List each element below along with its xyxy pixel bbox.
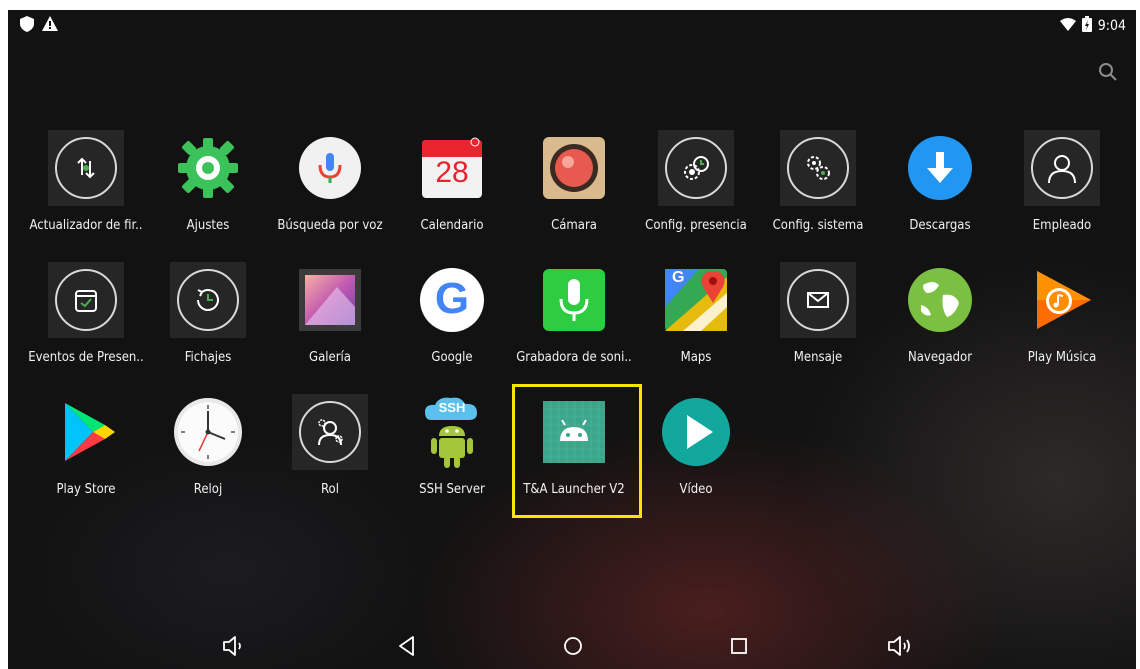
app-config-sistema[interactable]: Config. sistema bbox=[758, 130, 878, 250]
app-config-presencia[interactable]: Config. presencia bbox=[636, 130, 756, 250]
play-store-icon bbox=[48, 394, 124, 470]
app-video[interactable]: Vídeo bbox=[636, 394, 756, 514]
app-label: Navegador bbox=[907, 350, 972, 365]
app-label: Eventos de Presen.. bbox=[28, 350, 144, 365]
search-icon[interactable] bbox=[1098, 62, 1118, 86]
calendar-icon: 28 bbox=[414, 130, 490, 206]
maps-icon: G bbox=[658, 262, 734, 338]
home-screen: 9:04 Actualizador de fir.. Ajustes Búsqu… bbox=[8, 10, 1136, 669]
app-galeria[interactable]: Galería bbox=[270, 262, 390, 382]
settings-gear-icon bbox=[170, 130, 246, 206]
app-label: Play Store bbox=[56, 482, 116, 497]
app-rol[interactable]: Rol bbox=[270, 394, 390, 514]
mic-icon bbox=[292, 130, 368, 206]
browser-globe-icon bbox=[902, 262, 978, 338]
app-ajustes[interactable]: Ajustes bbox=[148, 130, 268, 250]
app-empleado[interactable]: Empleado bbox=[1002, 130, 1122, 250]
play-music-icon bbox=[1024, 262, 1100, 338]
app-descargas[interactable]: Descargas bbox=[880, 130, 1000, 250]
app-label: Calendario bbox=[420, 218, 484, 233]
clock-history-icon bbox=[170, 262, 246, 338]
app-label: Reloj bbox=[193, 482, 223, 497]
camera-icon bbox=[536, 130, 612, 206]
sound-recorder-icon bbox=[536, 262, 612, 338]
volume-down-icon[interactable] bbox=[220, 631, 250, 661]
ssh-cloud-text: SSH bbox=[438, 400, 466, 415]
app-navegador[interactable]: Navegador bbox=[880, 262, 1000, 382]
volume-up-icon[interactable] bbox=[886, 631, 916, 661]
app-label: Galería bbox=[309, 350, 351, 365]
app-grabadora[interactable]: Grabadora de soni.. bbox=[514, 262, 634, 382]
ssh-server-icon: SSH bbox=[414, 394, 490, 470]
app-mensaje[interactable]: Mensaje bbox=[758, 262, 878, 382]
employee-icon bbox=[1024, 130, 1100, 206]
clock-icon bbox=[170, 394, 246, 470]
app-label: Config. sistema bbox=[772, 218, 864, 233]
shield-icon bbox=[20, 16, 34, 36]
app-label: Vídeo bbox=[679, 482, 713, 497]
app-label: Empleado bbox=[1032, 218, 1092, 233]
app-label: Config. presencia bbox=[645, 218, 747, 233]
app-label: Grabadora de soni.. bbox=[516, 350, 632, 365]
app-label: Maps bbox=[680, 350, 712, 365]
app-label: SSH Server bbox=[419, 482, 485, 497]
battery-charging-icon bbox=[1081, 16, 1092, 36]
app-maps[interactable]: G Maps bbox=[636, 262, 756, 382]
message-icon bbox=[780, 262, 856, 338]
app-label: Play Música bbox=[1027, 350, 1097, 365]
app-label: Descargas bbox=[909, 218, 971, 233]
app-label: Actualizador de fir.. bbox=[29, 218, 143, 233]
app-label: Rol bbox=[321, 482, 339, 497]
app-play-musica[interactable]: Play Música bbox=[1002, 262, 1122, 382]
app-label: Búsqueda por voz bbox=[277, 218, 383, 233]
events-icon bbox=[48, 262, 124, 338]
app-label: Cámara bbox=[551, 218, 597, 233]
app-label: Ajustes bbox=[186, 218, 230, 233]
app-label: Google bbox=[431, 350, 473, 365]
app-label: Mensaje bbox=[793, 350, 843, 365]
app-camara[interactable]: Cámara bbox=[514, 130, 634, 250]
google-glyph: G bbox=[434, 274, 470, 323]
video-play-icon bbox=[658, 394, 734, 470]
back-icon[interactable] bbox=[392, 631, 422, 661]
role-icon bbox=[292, 394, 368, 470]
app-ssh-server[interactable]: SSH SSH Server bbox=[392, 394, 512, 514]
app-reloj[interactable]: Reloj bbox=[148, 394, 268, 514]
download-icon bbox=[902, 130, 978, 206]
app-fichajes[interactable]: Fichajes bbox=[148, 262, 268, 382]
wifi-icon bbox=[1059, 17, 1076, 35]
gallery-icon bbox=[292, 262, 368, 338]
navigation-bar bbox=[8, 621, 1136, 669]
app-actualizador[interactable]: Actualizador de fir.. bbox=[26, 130, 146, 250]
calendar-day: 28 bbox=[435, 156, 469, 189]
status-time: 9:04 bbox=[1097, 18, 1126, 34]
app-busqueda-voz[interactable]: Búsqueda por voz bbox=[270, 130, 390, 250]
warning-icon bbox=[42, 16, 58, 36]
app-eventos-presencia[interactable]: Eventos de Presen.. bbox=[26, 262, 146, 382]
system-config-icon bbox=[780, 130, 856, 206]
app-play-store[interactable]: Play Store bbox=[26, 394, 146, 514]
status-bar: 9:04 bbox=[8, 10, 1136, 38]
home-icon[interactable] bbox=[558, 631, 588, 661]
recents-icon[interactable] bbox=[724, 631, 754, 661]
highlight-box bbox=[512, 384, 642, 518]
app-label: Fichajes bbox=[184, 350, 232, 365]
maps-glyph: G bbox=[672, 269, 685, 286]
presence-config-icon bbox=[658, 130, 734, 206]
app-calendario[interactable]: 28 Calendario bbox=[392, 130, 512, 250]
update-icon bbox=[48, 130, 124, 206]
app-google[interactable]: G Google bbox=[392, 262, 512, 382]
google-icon: G bbox=[414, 262, 490, 338]
